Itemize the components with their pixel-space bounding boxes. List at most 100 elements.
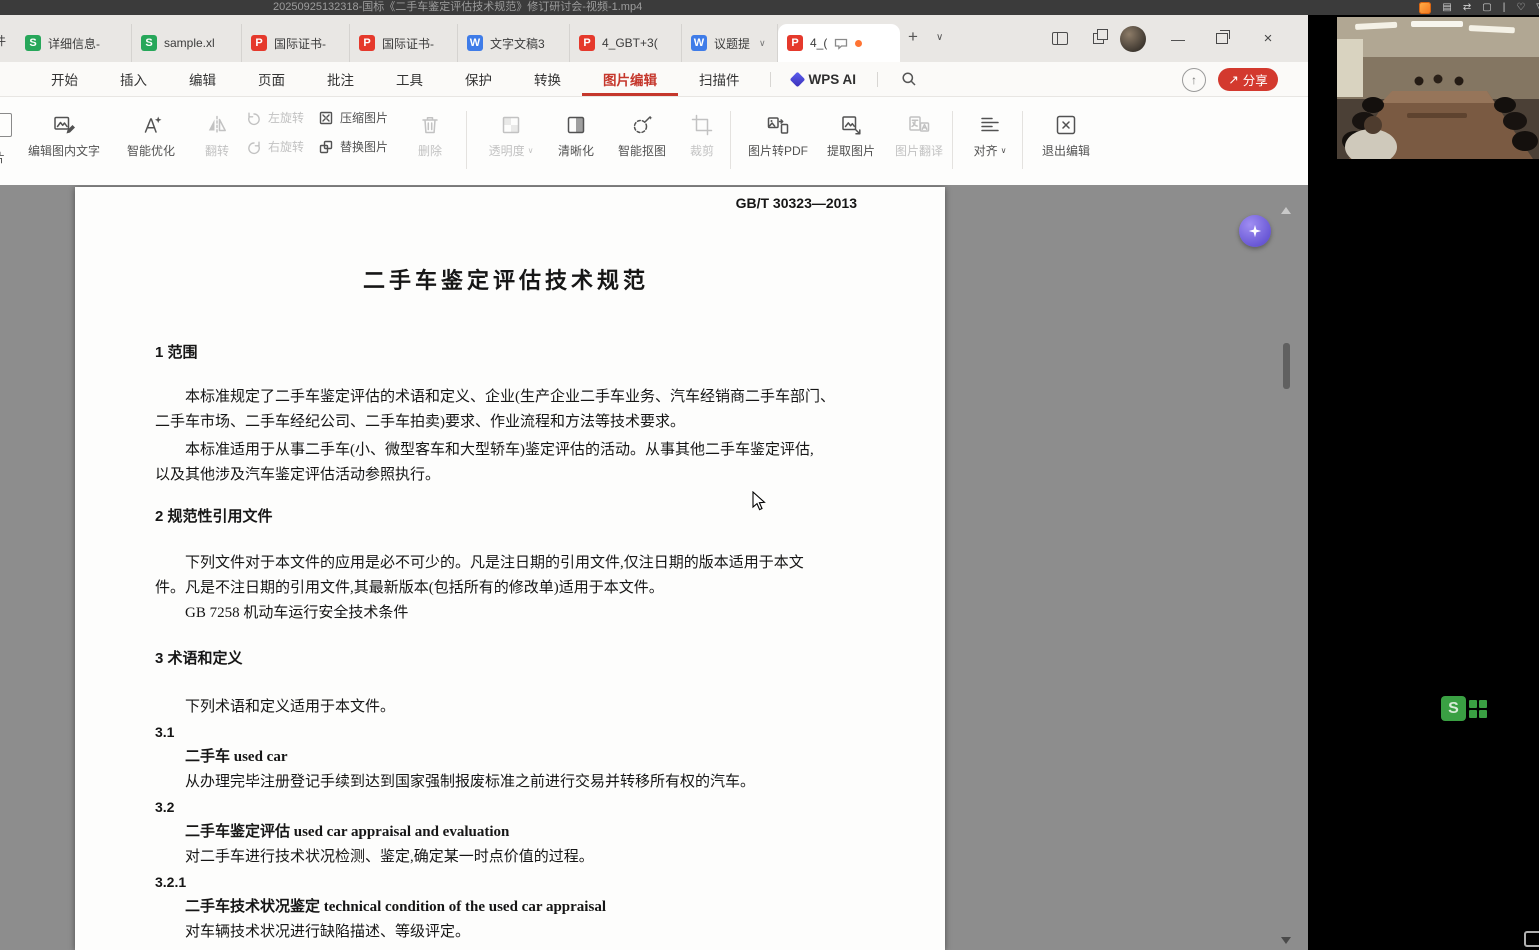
tab-sheet-1[interactable]: S 详细信息- bbox=[16, 24, 132, 62]
tab-pdf-1[interactable]: P 国际证书- bbox=[242, 24, 350, 62]
pdf-page: GB/T 30323—2013 二手车鉴定评估技术规范 1 范围 本标准规定了二… bbox=[75, 187, 945, 950]
pdf-icon: P bbox=[251, 35, 267, 51]
scrollbar-thumb[interactable] bbox=[1283, 343, 1290, 389]
edit-image-text-button[interactable]: 编辑图内文字 bbox=[16, 105, 112, 177]
notes-icon[interactable]: ▤ bbox=[1442, 2, 1451, 13]
extract-image-button[interactable]: 提取图片 bbox=[818, 105, 884, 177]
wps-ai-button[interactable]: WPS AI bbox=[780, 62, 869, 96]
reference-line: GB 7258 机动车运行安全技术条件 bbox=[155, 601, 857, 626]
close-button[interactable]: × bbox=[1244, 15, 1292, 62]
delete-button[interactable]: 删除 bbox=[404, 105, 456, 177]
button-label: 智能优化 bbox=[127, 142, 175, 159]
tab-sheet-2[interactable]: S sample.xl bbox=[132, 24, 242, 62]
window-icon[interactable]: ▢ bbox=[1482, 2, 1491, 13]
sparkle-icon bbox=[1246, 222, 1264, 240]
rotate-left-button[interactable]: 左旋转 bbox=[246, 109, 304, 126]
share-button[interactable]: ↗ 分享 bbox=[1218, 68, 1278, 91]
menu-convert[interactable]: 转换 bbox=[513, 62, 582, 96]
app-logo-icon[interactable] bbox=[1419, 2, 1431, 14]
rotate-right-button[interactable]: 右旋转 bbox=[246, 138, 304, 155]
search-button[interactable] bbox=[887, 62, 931, 96]
exit-edit-button[interactable]: 退出编辑 bbox=[1030, 105, 1102, 177]
chevron-down-icon[interactable]: ∨ bbox=[759, 38, 766, 49]
paragraph-line: 以及其他涉及汽车鉴定评估活动参照执行。 bbox=[155, 463, 857, 488]
paragraph-line: 下列文件对于本文件的应用是必不可少的。凡是注日期的引用文件,仅注日期的版本适用于… bbox=[155, 551, 857, 576]
video-watermark: S bbox=[1441, 696, 1487, 721]
tab-pdf-2[interactable]: P 国际证书- bbox=[350, 24, 458, 62]
term-definition: 对二手车进行技术状况检测、鉴定,确定某一时点价值的过程。 bbox=[155, 845, 857, 870]
divider bbox=[466, 111, 467, 169]
menu-bar: 开始 插入 编辑 页面 批注 工具 保护 转换 图片编辑 扫描件 WPS AI … bbox=[0, 62, 1308, 97]
image-translate-button[interactable]: 图片翻译 bbox=[886, 105, 952, 177]
swap-icon[interactable]: ⇄ bbox=[1463, 2, 1471, 13]
image-to-pdf-button[interactable]: 图片转PDF bbox=[740, 105, 816, 177]
ai-assistant-floating-button[interactable] bbox=[1239, 215, 1271, 247]
new-tab-button[interactable]: + bbox=[908, 27, 918, 47]
document-title: 二手车鉴定评估技术规范 bbox=[155, 266, 857, 296]
menu-comment[interactable]: 批注 bbox=[306, 62, 375, 96]
writer-icon: W bbox=[467, 35, 483, 51]
upload-cloud-button[interactable]: ↑ bbox=[1182, 68, 1206, 92]
image-translate-icon bbox=[907, 113, 931, 137]
menu-protect[interactable]: 保护 bbox=[444, 62, 513, 96]
trash-icon bbox=[418, 113, 442, 137]
tab-label: 文字文稿3 bbox=[490, 35, 545, 52]
conference-room-video bbox=[1337, 17, 1539, 159]
partial-ribbon-icon bbox=[0, 113, 12, 137]
flip-button[interactable]: 翻转 bbox=[192, 105, 242, 177]
video-filename: 20250925132318-国标《二手车鉴定评估技术规范》修订研讨会-视频-1… bbox=[273, 0, 642, 15]
clarify-icon bbox=[564, 113, 588, 137]
separator: | bbox=[1503, 2, 1506, 13]
tab-writer-2[interactable]: W 议题提 ∨ bbox=[682, 24, 778, 62]
image-to-pdf-icon bbox=[766, 113, 790, 137]
restore-icon bbox=[1216, 33, 1228, 44]
spreadsheet-icon: S bbox=[141, 35, 157, 51]
menu-scan[interactable]: 扫描件 bbox=[678, 62, 761, 96]
menu-start[interactable]: 开始 bbox=[30, 62, 99, 96]
menu-edit[interactable]: 编辑 bbox=[168, 62, 237, 96]
term-title: 二手车鉴定评估 used car appraisal and evaluatio… bbox=[155, 820, 857, 845]
menu-page[interactable]: 页面 bbox=[237, 62, 306, 96]
tab-list-dropdown-icon[interactable]: ∨ bbox=[936, 32, 943, 43]
minimize-button[interactable]: — bbox=[1156, 15, 1200, 62]
tab-pdf-3[interactable]: P 4_GBT+3( bbox=[570, 24, 682, 62]
button-label: 透明度∨ bbox=[489, 142, 534, 159]
smart-cutout-button[interactable]: 智能抠图 bbox=[608, 105, 676, 177]
align-button[interactable]: 对齐∨ bbox=[960, 105, 1020, 177]
wps-ai-label: WPS AI bbox=[809, 72, 857, 87]
partial-tab-label: 件 bbox=[0, 32, 7, 49]
camera-feed bbox=[1337, 17, 1539, 159]
compress-image-button[interactable]: 压缩图片 bbox=[318, 109, 388, 126]
scroll-up-arrow[interactable] bbox=[1281, 207, 1291, 214]
divider bbox=[730, 111, 731, 169]
clarify-button[interactable]: 清晰化 bbox=[546, 105, 606, 177]
workspace-button[interactable] bbox=[1084, 15, 1112, 62]
term-definition: 从办理完毕注册登记手续到达到国家强制报废标准之前进行交易并转移所有权的汽车。 bbox=[155, 770, 857, 795]
smart-optimize-button[interactable]: 智能优化 bbox=[114, 105, 188, 177]
spreadsheet-icon: S bbox=[25, 35, 41, 51]
tab-active-pdf[interactable]: P 4_( bbox=[778, 24, 900, 62]
button-label: 左旋转 bbox=[268, 109, 304, 126]
replace-image-button[interactable]: 替换图片 bbox=[318, 138, 388, 155]
menu-insert[interactable]: 插入 bbox=[99, 62, 168, 96]
crop-button[interactable]: 裁剪 bbox=[678, 105, 726, 177]
scroll-down-arrow[interactable] bbox=[1281, 937, 1291, 944]
tab-label: 4_GBT+3( bbox=[602, 36, 658, 50]
button-label: 编辑图内文字 bbox=[28, 142, 100, 159]
window-layout-button[interactable] bbox=[1046, 15, 1074, 62]
button-label: 删除 bbox=[418, 142, 442, 159]
button-label: 清晰化 bbox=[558, 142, 594, 159]
tab-writer-1[interactable]: W 文字文稿3 bbox=[458, 24, 570, 62]
watermark-grid-icon bbox=[1469, 700, 1487, 718]
workspace-icon bbox=[1093, 33, 1104, 44]
transparency-button[interactable]: 透明度∨ bbox=[478, 105, 544, 177]
account-button[interactable] bbox=[1118, 15, 1148, 62]
button-label: 退出编辑 bbox=[1042, 142, 1090, 159]
term-title: 二手车技术状况鉴定 technical condition of the use… bbox=[155, 895, 857, 920]
restore-button[interactable] bbox=[1200, 15, 1244, 62]
menu-image-edit[interactable]: 图片编辑 bbox=[582, 62, 678, 96]
favorite-icon[interactable]: ♡ bbox=[1516, 2, 1525, 13]
menu-tools[interactable]: 工具 bbox=[375, 62, 444, 96]
compress-replace-group: 压缩图片 替换图片 bbox=[318, 109, 388, 155]
share-label: 分享 bbox=[1243, 70, 1268, 89]
